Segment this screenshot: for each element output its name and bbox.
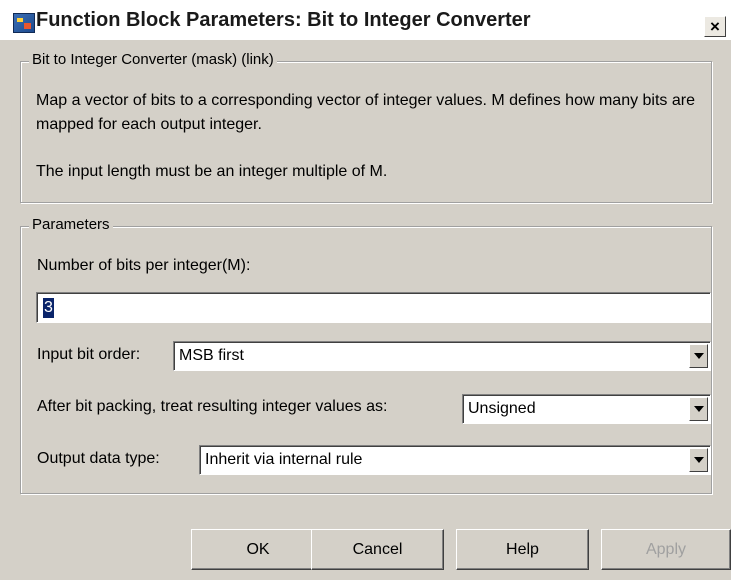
chevron-down-icon[interactable] xyxy=(689,448,708,472)
apply-button[interactable]: Apply xyxy=(601,529,731,570)
chevron-down-icon[interactable] xyxy=(689,344,708,368)
input-bit-order-select[interactable]: MSB first xyxy=(173,341,711,371)
integer-values-treatment-label: After bit packing, treat resulting integ… xyxy=(37,398,388,415)
cancel-button[interactable]: Cancel xyxy=(311,529,444,570)
integer-values-treatment-select[interactable]: Unsigned xyxy=(462,394,711,424)
window-title: Function Block Parameters: Bit to Intege… xyxy=(36,9,531,31)
ok-button[interactable]: OK xyxy=(191,529,325,570)
description-note: The input length must be an integer mult… xyxy=(36,163,388,180)
bits-per-integer-value: 3 xyxy=(43,298,54,318)
description-group-title: Bit to Integer Converter (mask) (link) xyxy=(29,51,277,68)
input-bit-order-label: Input bit order: xyxy=(37,346,141,363)
output-data-type-label: Output data type: xyxy=(37,450,160,467)
description-text: Map a vector of bits to a corresponding … xyxy=(36,92,695,133)
help-button[interactable]: Help xyxy=(456,529,589,570)
title-bar[interactable]: Function Block Parameters: Bit to Intege… xyxy=(0,0,731,40)
function-block-parameters-dialog: Function Block Parameters: Bit to Intege… xyxy=(0,0,731,580)
close-icon: × xyxy=(710,17,720,36)
chevron-down-icon[interactable] xyxy=(689,397,708,421)
output-data-type-value: Inherit via internal rule xyxy=(205,451,363,468)
parameters-group-title: Parameters xyxy=(29,216,113,233)
integer-values-treatment-value: Unsigned xyxy=(468,400,536,417)
close-button[interactable]: × xyxy=(704,16,726,37)
simulink-block-icon xyxy=(13,13,35,33)
input-bit-order-value: MSB first xyxy=(179,347,244,364)
output-data-type-select[interactable]: Inherit via internal rule xyxy=(199,445,711,475)
bits-per-integer-input[interactable]: 3 xyxy=(36,292,711,323)
bits-per-integer-label: Number of bits per integer(M): xyxy=(37,257,251,274)
